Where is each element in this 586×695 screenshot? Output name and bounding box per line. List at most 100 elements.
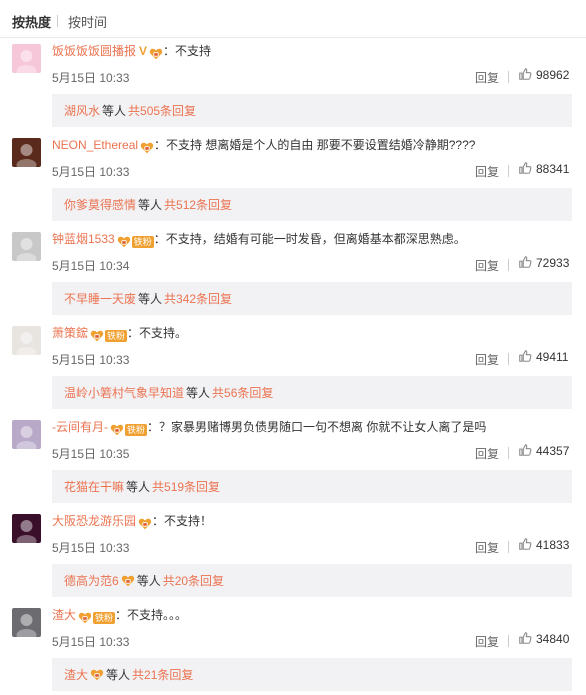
thumbs-up-icon bbox=[518, 161, 532, 178]
sub-reply-etc: 等人 bbox=[136, 574, 161, 588]
sub-reply-etc: 等人 bbox=[102, 104, 127, 118]
action-divider bbox=[508, 259, 509, 271]
member-badge-icon bbox=[90, 327, 104, 345]
sub-reply-count-link[interactable]: 共56条回复 bbox=[212, 384, 273, 401]
tab-by-time[interactable]: 按时间 bbox=[68, 12, 107, 31]
member-badge-icon bbox=[149, 45, 163, 63]
action-divider bbox=[508, 353, 509, 365]
action-divider bbox=[508, 447, 509, 459]
sub-reply-user-link[interactable]: 渣大 bbox=[64, 666, 88, 683]
comment-text: ：不支持 想离婚是个人的自由 那要不要设置结婚冷静期???? bbox=[154, 138, 476, 152]
like-count: 88341 bbox=[536, 162, 570, 176]
member-badge-icon bbox=[90, 668, 104, 682]
thumbs-up-icon bbox=[518, 255, 532, 272]
comment-item: 渣大 铁粉 ：不支持。。。 5月15日 10:33 回复 34840 渣大 等人 共21条回复 bbox=[0, 608, 586, 694]
action-divider bbox=[508, 635, 509, 647]
like-button[interactable]: 72933 bbox=[518, 254, 569, 272]
thumbs-up-icon bbox=[518, 349, 532, 366]
username-link[interactable]: 饭饭饭饭圆播报 bbox=[52, 44, 136, 58]
member-badge-icon bbox=[138, 515, 152, 533]
username-link[interactable]: 萧策鋐 bbox=[52, 326, 88, 340]
avatar[interactable] bbox=[12, 326, 41, 355]
sub-reply-user-link[interactable]: 温岭小箬村气象早知道 bbox=[64, 384, 184, 401]
comment-text: ：不支持。。。 bbox=[115, 608, 188, 622]
comment-time: 5月15日 10:33 bbox=[52, 353, 130, 367]
sub-reply-etc: 等人 bbox=[186, 386, 211, 400]
avatar[interactable] bbox=[12, 514, 41, 543]
avatar[interactable] bbox=[12, 232, 41, 261]
like-button[interactable]: 44357 bbox=[518, 442, 569, 460]
sub-reply-count-link[interactable]: 共342条回复 bbox=[164, 290, 232, 307]
comment-header: 萧策鋐 铁粉 ：不支持。 bbox=[52, 324, 187, 345]
reply-button[interactable]: 回复 bbox=[475, 351, 499, 368]
reply-button[interactable]: 回复 bbox=[475, 633, 499, 650]
comment-item: 大阪恐龙游乐园 ：不支持！ 5月15日 10:33 回复 41833 德高为范6 等人 共20… bbox=[0, 514, 586, 600]
username-link[interactable]: 大阪恐龙游乐园 bbox=[52, 514, 136, 528]
like-button[interactable]: 98962 bbox=[518, 66, 569, 84]
comment-item: NEON_Ethereal ：不支持 想离婚是个人的自由 那要不要设置结婚冷静期?… bbox=[0, 138, 586, 224]
like-button[interactable]: 34840 bbox=[518, 630, 569, 648]
sub-reply-user-link[interactable]: 你爹莫得感情 bbox=[64, 196, 136, 213]
comment-header: -云间有月- 铁粉 ：？家暴男赌博男负债男随口一句不想离 你就不让女人离了是吗 bbox=[52, 418, 486, 439]
sub-reply-user-link[interactable]: 花猫在干嘛 bbox=[64, 478, 124, 495]
comment-text: ：不支持。 bbox=[127, 326, 188, 340]
like-count: 49411 bbox=[536, 350, 569, 364]
avatar[interactable] bbox=[12, 608, 41, 637]
username-link[interactable]: 钟蓝烟1533 bbox=[52, 232, 115, 246]
action-divider bbox=[508, 71, 509, 83]
reply-button[interactable]: 回复 bbox=[475, 257, 499, 274]
tab-by-hot[interactable]: 按热度 bbox=[12, 12, 51, 31]
like-button[interactable]: 88341 bbox=[518, 160, 569, 178]
like-button[interactable]: 41833 bbox=[518, 536, 569, 554]
comment-time: 5月15日 10:33 bbox=[52, 165, 130, 179]
sub-replies-box: 温岭小箬村气象早知道 等人 共56条回复 bbox=[52, 376, 572, 409]
reply-button[interactable]: 回复 bbox=[475, 163, 499, 180]
like-count: 44357 bbox=[536, 444, 570, 458]
sub-reply-etc: 等人 bbox=[126, 480, 151, 494]
thumbs-up-icon bbox=[518, 631, 532, 648]
like-button[interactable]: 49411 bbox=[518, 348, 568, 366]
fans-badge: 铁粉 bbox=[93, 612, 116, 624]
sub-reply-etc: 等人 bbox=[106, 668, 131, 682]
sub-reply-user-link[interactable]: 德高为范6 bbox=[64, 572, 119, 589]
avatar[interactable] bbox=[12, 420, 41, 449]
sub-reply-user-link[interactable]: 湖风水 bbox=[64, 102, 100, 119]
sub-replies-box: 湖风水 等人 共505条回复 bbox=[52, 94, 572, 127]
avatar[interactable] bbox=[12, 44, 41, 73]
sub-reply-count-link[interactable]: 共512条回复 bbox=[164, 196, 232, 213]
comment-header: 饭饭饭饭圆播报 V ：不支持 bbox=[52, 42, 211, 63]
thumbs-up-icon bbox=[518, 537, 532, 554]
tab-divider bbox=[57, 15, 58, 27]
sub-reply-etc: 等人 bbox=[138, 292, 163, 306]
tabs-underline bbox=[0, 37, 586, 38]
avatar[interactable] bbox=[12, 138, 41, 167]
sub-reply-etc: 等人 bbox=[138, 198, 163, 212]
thumbs-up-icon bbox=[518, 443, 532, 460]
comment-item: 饭饭饭饭圆播报 V ：不支持 5月15日 10:33 回复 98962 湖风水 等人 共505条… bbox=[0, 44, 586, 130]
username-link[interactable]: 渣大 bbox=[52, 608, 76, 622]
comment-header: NEON_Ethereal ：不支持 想离婚是个人的自由 那要不要设置结婚冷静期?… bbox=[52, 136, 475, 157]
comment-header: 渣大 铁粉 ：不支持。。。 bbox=[52, 606, 187, 627]
reply-button[interactable]: 回复 bbox=[475, 445, 499, 462]
comment-text: ：不支持 bbox=[163, 44, 212, 58]
sub-reply-count-link[interactable]: 共20条回复 bbox=[163, 572, 224, 589]
username-link[interactable]: NEON_Ethereal bbox=[52, 138, 138, 152]
fans-badge: 铁粉 bbox=[131, 236, 154, 248]
reply-button[interactable]: 回复 bbox=[475, 69, 499, 86]
like-count: 34840 bbox=[536, 632, 570, 646]
reply-button[interactable]: 回复 bbox=[475, 539, 499, 556]
sub-replies-box: 不早睡一天废 等人 共342条回复 bbox=[52, 282, 572, 315]
like-count: 98962 bbox=[536, 68, 570, 82]
sort-tabs: 按热度 按时间 bbox=[0, 0, 586, 38]
sub-reply-count-link[interactable]: 共519条回复 bbox=[152, 478, 220, 495]
comment-text: ：不支持，结婚有可能一时发昏，但离婚基本都深思熟虑。 bbox=[153, 232, 466, 246]
sub-reply-count-link[interactable]: 共505条回复 bbox=[128, 102, 196, 119]
member-badge-icon bbox=[110, 421, 124, 439]
comment-text: ：不支持！ bbox=[152, 514, 213, 528]
sub-replies-box: 渣大 等人 共21条回复 bbox=[52, 658, 572, 691]
username-link[interactable]: -云间有月- bbox=[52, 420, 108, 434]
fans-badge: 铁粉 bbox=[105, 330, 128, 342]
sub-reply-count-link[interactable]: 共21条回复 bbox=[132, 666, 193, 683]
sub-reply-user-link[interactable]: 不早睡一天废 bbox=[64, 290, 136, 307]
member-badge-icon bbox=[140, 139, 154, 157]
